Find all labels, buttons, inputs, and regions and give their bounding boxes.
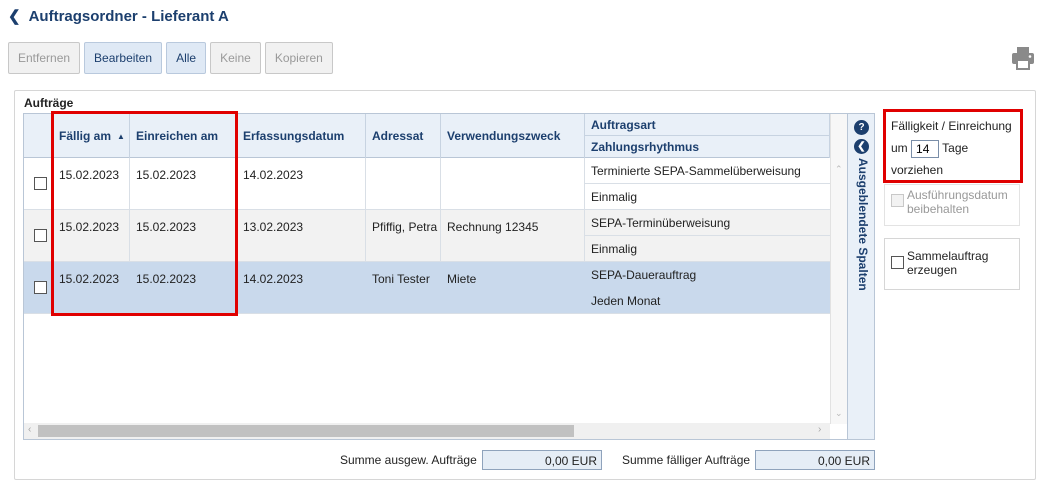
help-icon[interactable]: ? bbox=[854, 120, 869, 135]
header-auftragsart-group: Auftragsart Zahlungsrhythmus bbox=[585, 114, 830, 158]
keep-date-label-2: beibehalten bbox=[907, 202, 970, 216]
highlight-date-columns bbox=[51, 111, 238, 316]
row-checkbox[interactable] bbox=[34, 177, 47, 190]
cell-erfassung: 13.02.2023 bbox=[237, 210, 366, 262]
cell-adressat bbox=[366, 158, 441, 210]
vertical-scrollbar[interactable]: ⌃ ⌄ bbox=[830, 114, 847, 424]
cell-auftragsart: Terminierte SEPA-Sammelüberweisung bbox=[585, 158, 830, 184]
remove-button[interactable]: Entfernen bbox=[8, 42, 81, 74]
header-verwendung[interactable]: Verwendungszweck bbox=[441, 114, 585, 158]
scroll-up-icon[interactable]: ⌃ bbox=[835, 164, 843, 175]
scroll-right-icon[interactable]: › bbox=[818, 424, 821, 435]
keep-date-option[interactable]: Ausführungsdatum beibehalten bbox=[884, 184, 1020, 226]
bulk-order-label-2: erzeugen bbox=[907, 263, 958, 277]
bulk-order-option[interactable]: Sammelauftrag erzeugen bbox=[884, 238, 1020, 290]
days-suffix: Tage bbox=[942, 141, 969, 156]
back-chevron-icon[interactable]: ❮ bbox=[8, 7, 21, 25]
hidden-columns-label: Ausgeblendete Spalten bbox=[856, 158, 870, 291]
cell-erfassung: 14.02.2023 bbox=[237, 158, 366, 210]
days-row: um Tage bbox=[891, 140, 968, 158]
horizontal-scroll-thumb[interactable] bbox=[38, 425, 574, 437]
scroll-down-icon[interactable]: ⌄ bbox=[835, 408, 843, 419]
row-checkbox[interactable] bbox=[34, 281, 47, 294]
page-title: Auftragsordner - Lieferant A bbox=[28, 7, 229, 25]
keep-date-label-1: Ausführungsdatum bbox=[907, 188, 1008, 202]
cell-auftragsart-group: SEPA-Dauerauftrag Jeden Monat bbox=[585, 262, 830, 314]
header-auftragsart[interactable]: Auftragsart bbox=[585, 114, 829, 136]
select-none-button[interactable]: Keine bbox=[210, 42, 261, 74]
cell-auftragsart-group: Terminierte SEPA-Sammelüberweisung Einma… bbox=[585, 158, 830, 210]
days-action: vorziehen bbox=[891, 163, 944, 177]
days-input[interactable] bbox=[911, 140, 940, 158]
select-all-button[interactable]: Alle bbox=[166, 42, 207, 74]
collapse-icon[interactable]: ❮ bbox=[854, 139, 869, 154]
sum-selected-value: 0,00 EUR bbox=[482, 450, 602, 470]
cell-rhythmus: Jeden Monat bbox=[591, 294, 661, 308]
bulk-order-label-1: Sammelauftrag bbox=[907, 249, 989, 263]
sum-due-value: 0,00 EUR bbox=[755, 450, 875, 470]
cell-adressat: Toni Tester bbox=[372, 272, 430, 286]
cell-rhythmus: Einmalig bbox=[591, 190, 638, 204]
keep-date-text: Ausführungsdatum beibehalten bbox=[907, 188, 1008, 216]
header-rhythmus[interactable]: Zahlungsrhythmus bbox=[585, 136, 829, 158]
keep-date-checkbox[interactable] bbox=[891, 194, 904, 207]
cell-erfassung: 14.02.2023 bbox=[243, 272, 304, 286]
cell-auftragsart: SEPA-Terminüberweisung bbox=[585, 210, 830, 236]
hidden-columns-panel[interactable]: ? ❮ Ausgeblendete Spalten bbox=[847, 114, 874, 439]
sum-due-label: Summe fälliger Aufträge bbox=[622, 453, 751, 467]
cell-verwendung: Miete bbox=[447, 272, 477, 286]
cell-auftragsart: SEPA-Dauerauftrag bbox=[591, 268, 697, 282]
header-checkbox-column bbox=[24, 114, 53, 158]
sum-selected-label: Summe ausgew. Aufträge bbox=[340, 453, 477, 467]
scroll-left-icon[interactable]: ‹ bbox=[28, 424, 31, 435]
cell-verwendung: Rechnung 12345 bbox=[441, 210, 585, 262]
edit-button[interactable]: Bearbeiten bbox=[84, 42, 163, 74]
toolbar: Entfernen Bearbeiten Alle Keine Kopieren bbox=[8, 42, 333, 74]
bulk-order-checkbox[interactable] bbox=[891, 256, 904, 269]
printer-icon[interactable] bbox=[1010, 45, 1036, 71]
bulk-order-text: Sammelauftrag erzeugen bbox=[907, 249, 988, 277]
page-title-bar: ❮ Auftragsordner - Lieferant A bbox=[8, 6, 229, 26]
row-checkbox[interactable] bbox=[34, 229, 47, 242]
due-date-options: Fälligkeit / Einreichung um Tage vorzieh… bbox=[884, 110, 1023, 183]
header-erfassung[interactable]: Erfassungsdatum bbox=[237, 114, 366, 158]
due-date-title: Fälligkeit / Einreichung bbox=[891, 119, 1012, 133]
days-prefix: um bbox=[891, 141, 908, 156]
header-adressat[interactable]: Adressat bbox=[366, 114, 441, 158]
orders-group-label: Aufträge bbox=[22, 96, 76, 110]
copy-button[interactable]: Kopieren bbox=[264, 42, 333, 74]
cell-verwendung bbox=[441, 158, 585, 210]
cell-auftragsart-group: SEPA-Terminüberweisung Einmalig bbox=[585, 210, 830, 262]
horizontal-scrollbar[interactable]: ‹ › bbox=[24, 423, 830, 439]
cell-adressat: Pfiffig, Petra bbox=[366, 210, 441, 262]
cell-rhythmus: Einmalig bbox=[591, 242, 638, 256]
